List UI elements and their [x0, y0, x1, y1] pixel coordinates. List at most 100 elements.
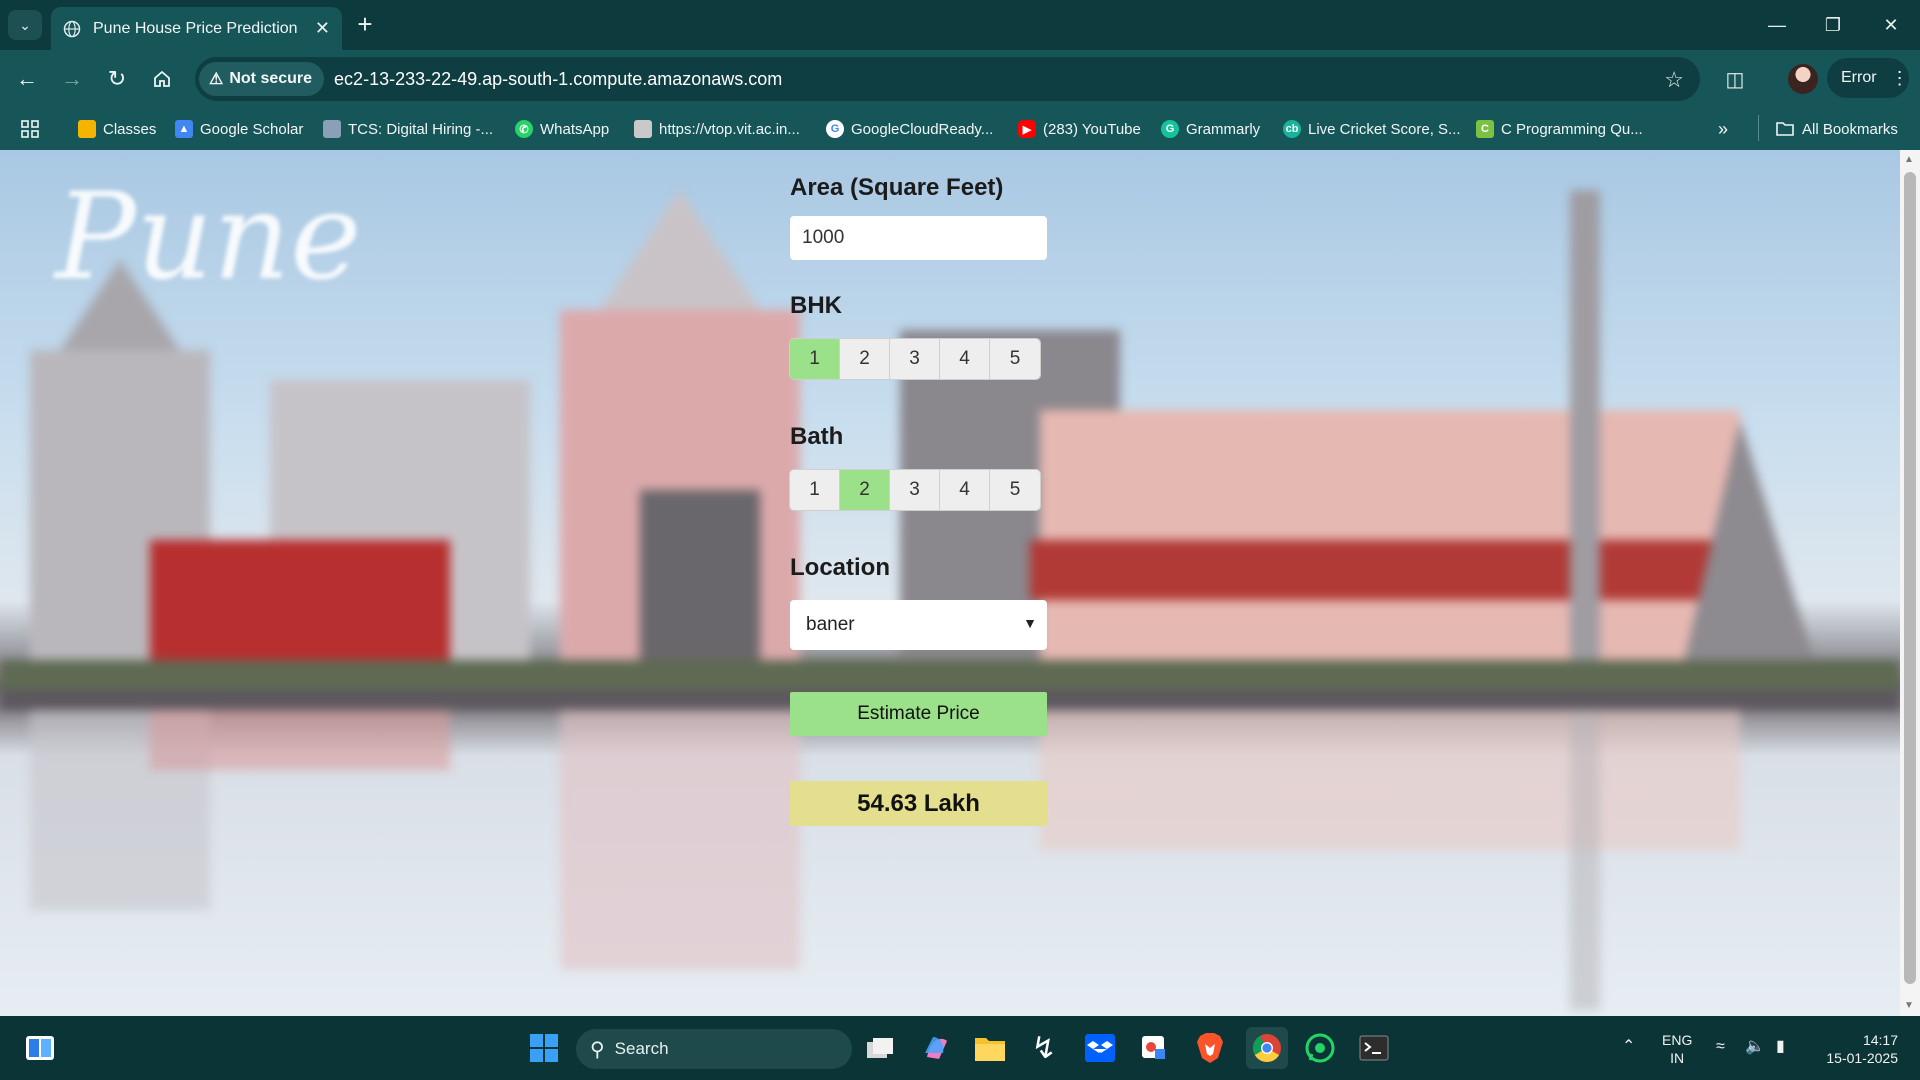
- brave-button[interactable]: [1192, 1030, 1228, 1066]
- youtube-icon: ▶: [1018, 120, 1036, 138]
- bhk-option-3[interactable]: 3: [890, 339, 940, 379]
- bath-option-5[interactable]: 5: [990, 470, 1040, 510]
- scroll-down-icon[interactable]: ▼: [1904, 1000, 1914, 1011]
- arrow-right-icon: →: [61, 66, 83, 91]
- home-button[interactable]: [145, 62, 179, 96]
- dropbox-button[interactable]: [1082, 1030, 1118, 1066]
- bookmark-c-programming[interactable]: CC Programming Qu...: [1476, 116, 1643, 142]
- wifi-icon: ≈: [1716, 1038, 1725, 1055]
- dropbox-icon: [1085, 1034, 1115, 1062]
- new-tab-button[interactable]: +: [352, 11, 378, 38]
- bath-option-2[interactable]: 2: [840, 470, 890, 510]
- profile-error-button[interactable]: Error ⋮: [1827, 58, 1909, 98]
- bhk-option-1[interactable]: 1: [790, 339, 840, 379]
- network-status[interactable]: ≈: [1716, 1038, 1725, 1056]
- location-label: Location: [790, 554, 890, 581]
- area-input[interactable]: [790, 216, 1047, 260]
- bookmark-whatsapp[interactable]: ✆ WhatsApp: [515, 116, 609, 142]
- tab-strip: ⌄ Pune House Price Prediction ✕ + — ❐ ✕: [0, 0, 1920, 50]
- battery-status[interactable]: ▮: [1776, 1038, 1785, 1056]
- address-bar[interactable]: ⚠ Not secure ec2-13-233-22-49.ap-south-1…: [195, 57, 1700, 101]
- snipping-tool-button[interactable]: [1136, 1030, 1172, 1066]
- location-value: baner: [806, 614, 855, 635]
- bhk-option-5[interactable]: 5: [990, 339, 1040, 379]
- url-text[interactable]: ec2-13-233-22-49.ap-south-1.compute.amaz…: [334, 69, 782, 90]
- scroll-up-icon[interactable]: ▲: [1904, 154, 1914, 165]
- whatsapp-taskbar-button[interactable]: [1302, 1030, 1338, 1066]
- google-icon: G: [826, 120, 844, 138]
- bhk-option-4[interactable]: 4: [940, 339, 990, 379]
- bhk-option-2[interactable]: 2: [840, 339, 890, 379]
- copilot-button[interactable]: [918, 1030, 954, 1066]
- chevron-down-icon: ▼: [1023, 615, 1037, 631]
- language-indicator[interactable]: ENG IN: [1662, 1031, 1692, 1067]
- bath-label: Bath: [790, 423, 844, 450]
- bookmark-classes[interactable]: Classes: [78, 116, 156, 142]
- tcs-icon: [323, 120, 341, 138]
- task-view-button[interactable]: [862, 1030, 898, 1066]
- minimize-button[interactable]: —: [1754, 8, 1800, 42]
- forward-button[interactable]: →: [55, 62, 89, 96]
- chrome-button[interactable]: [1246, 1027, 1288, 1069]
- chevron-up-icon: ⌃: [1622, 1038, 1636, 1055]
- taskbar-search[interactable]: ⚲ Search: [576, 1029, 852, 1069]
- app-bolt-button[interactable]: ↯: [1026, 1030, 1062, 1066]
- speaker-icon: 🔈: [1745, 1038, 1765, 1055]
- folder-icon: [975, 1038, 1005, 1061]
- restore-button[interactable]: ❐: [1810, 8, 1856, 42]
- bookmark-cricket[interactable]: cb Live Cricket Score, S...: [1283, 116, 1461, 142]
- task-view-icon: [867, 1038, 893, 1058]
- area-label: Area (Square Feet): [790, 174, 1004, 201]
- clock-date: 15-01-2025: [1826, 1050, 1898, 1066]
- reload-icon: ↻: [107, 66, 127, 91]
- bookmarks-bar: Classes ▲ Google Scholar TCS: Digital Hir…: [0, 108, 1920, 150]
- page-scrollbar[interactable]: ▲ ▼: [1900, 150, 1920, 1016]
- bookmark-youtube[interactable]: ▶ (283) YouTube: [1018, 116, 1141, 142]
- apps-button[interactable]: [20, 116, 40, 142]
- bookmark-google-scholar[interactable]: ▲ Google Scholar: [175, 116, 303, 142]
- avatar[interactable]: [1788, 64, 1818, 94]
- bookmark-grammarly[interactable]: G Grammarly: [1161, 116, 1260, 142]
- bookmarks-divider: [1758, 115, 1759, 141]
- bookmark-vtop[interactable]: https://vtop.vit.ac.in...: [634, 116, 800, 142]
- file-explorer-button[interactable]: [972, 1030, 1008, 1066]
- close-tab-icon[interactable]: ✕: [315, 18, 330, 39]
- widgets-button[interactable]: [22, 1030, 58, 1066]
- warning-icon: ⚠: [209, 71, 224, 88]
- bath-option-4[interactable]: 4: [940, 470, 990, 510]
- taskbar-search-label: Search: [614, 1039, 669, 1058]
- chrome-icon: [1253, 1034, 1281, 1062]
- home-icon: [154, 70, 170, 87]
- estimated-price-result: 54.63 Lakh: [790, 781, 1047, 826]
- more-bookmarks-button[interactable]: »: [1718, 116, 1728, 142]
- show-hidden-icons-button[interactable]: ⌃: [1622, 1038, 1635, 1056]
- estimate-price-button[interactable]: Estimate Price: [790, 692, 1047, 736]
- classroom-icon: [78, 120, 96, 138]
- tab-search-button[interactable]: ⌄: [8, 10, 42, 40]
- clock[interactable]: 14:17 15-01-2025: [1812, 1031, 1898, 1067]
- bookmark-star-icon[interactable]: ☆: [1664, 67, 1684, 93]
- bookmark-tcs[interactable]: TCS: Digital Hiring -...: [323, 116, 493, 142]
- kebab-menu-icon[interactable]: ⋮: [1891, 68, 1909, 89]
- bhk-selector: 1 2 3 4 5: [790, 339, 1040, 379]
- close-window-button[interactable]: ✕: [1868, 8, 1914, 42]
- start-button[interactable]: [526, 1030, 562, 1066]
- tab-active[interactable]: Pune House Price Prediction ✕: [51, 7, 342, 50]
- volume-status[interactable]: 🔈: [1745, 1038, 1765, 1056]
- back-button[interactable]: ←: [10, 62, 44, 96]
- bath-option-1[interactable]: 1: [790, 470, 840, 510]
- terminal-icon: [1359, 1035, 1389, 1061]
- all-bookmarks-button[interactable]: All Bookmarks: [1775, 116, 1898, 142]
- pune-hero-text: Pune: [55, 168, 362, 307]
- security-chip[interactable]: ⚠ Not secure: [199, 62, 325, 96]
- bath-selector: 1 2 3 4 5: [790, 470, 1040, 510]
- reload-button[interactable]: ↻: [100, 62, 134, 96]
- location-select[interactable]: baner ▼: [790, 600, 1047, 650]
- copilot-icon: [925, 1037, 947, 1059]
- terminal-button[interactable]: [1356, 1030, 1392, 1066]
- scrollbar-thumb[interactable]: [1904, 172, 1916, 984]
- bath-option-3[interactable]: 3: [890, 470, 940, 510]
- extensions-button[interactable]: ◫: [1718, 62, 1752, 96]
- bookmark-googlecloud[interactable]: G GoogleCloudReady...: [826, 116, 993, 142]
- taskbar: ⚲ Search ↯ ⌃ ENG IN ≈ 🔈 ▮ 14:17 15-01-20…: [0, 1016, 1920, 1080]
